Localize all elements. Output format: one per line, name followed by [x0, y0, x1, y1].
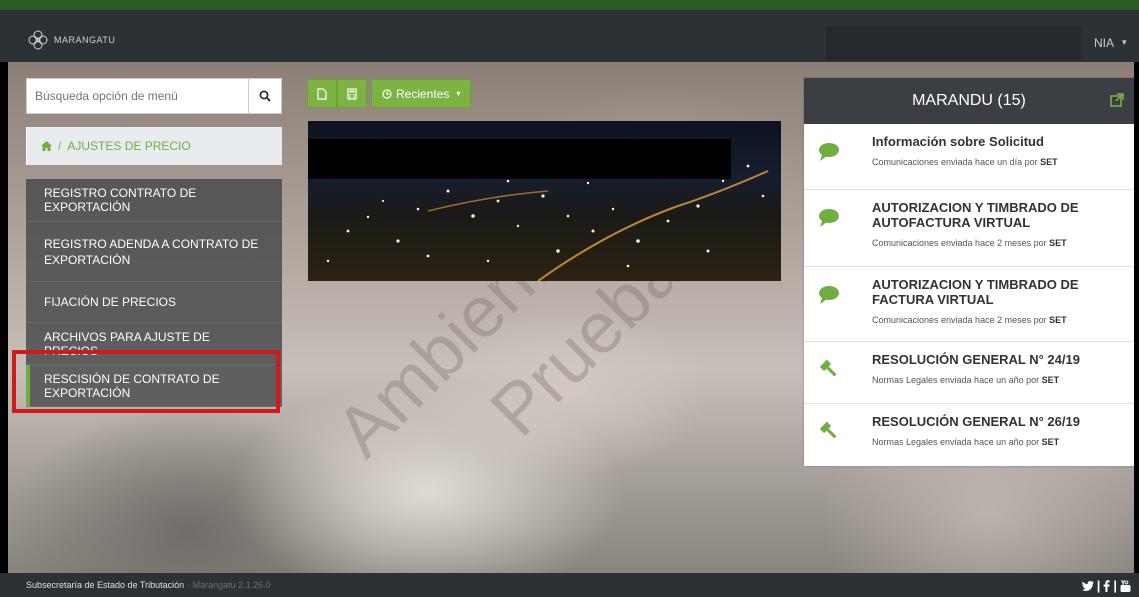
notification-meta: Comunicaciones enviada hace 2 meses por … [872, 238, 1067, 248]
breadcrumb: / AJUSTES DE PRECIO [26, 127, 282, 165]
comment-icon [819, 143, 839, 161]
home-icon[interactable] [41, 141, 52, 151]
notification-item[interactable]: RESOLUCIÓN GENERAL N° 24/19 Normas Legal… [804, 342, 1134, 404]
search-button[interactable] [248, 79, 281, 113]
notification-title: AUTORIZACION Y TIMBRADO DE FACTURA VIRTU… [872, 277, 1079, 307]
clock-icon [382, 88, 392, 99]
footer-org: Subsecretaría de Estado de Tributación [26, 580, 185, 590]
caret-down-icon[interactable]: ▾ [1122, 37, 1127, 48]
caret-down-icon: ▾ [456, 89, 461, 98]
social-separator: | [1096, 578, 1101, 593]
footer: Subsecretaría de Estado de Tributación -… [0, 573, 1139, 597]
sidebar-item-label: REGISTRO CONTRATO DE EXPORTACIÓN [44, 186, 197, 214]
notification-title: RESOLUCIÓN GENERAL N° 24/19 [872, 352, 1080, 367]
user-info-redacted [826, 26, 1081, 60]
toolbar-group [307, 79, 367, 108]
twitter-icon[interactable] [1081, 580, 1094, 591]
calculator-icon [347, 87, 357, 100]
toolbar: Recientes ▾ [307, 79, 472, 108]
top-navbar: MARANGATU NIA ▾ [0, 0, 1139, 62]
recent-label: Recientes [396, 86, 450, 101]
panel-header: MARANDU (15) [804, 78, 1134, 124]
search-icon [259, 90, 271, 102]
menu-search [26, 78, 282, 114]
social-separator: | [1113, 578, 1117, 593]
user-menu[interactable]: NIA [1094, 36, 1114, 50]
external-link-icon[interactable] [1110, 93, 1124, 107]
sidebar-item-registro-contrato[interactable]: REGISTRO CONTRATO DE EXPORTACIÓN [26, 179, 282, 222]
flower-logo-icon [28, 30, 48, 50]
comment-icon [819, 209, 839, 227]
notification-item[interactable]: Información sobre Solicitud Comunicacion… [804, 124, 1134, 190]
breadcrumb-current[interactable]: AJUSTES DE PRECIO [67, 139, 190, 153]
brand-logo[interactable]: MARANGATU [26, 28, 115, 52]
gavel-icon [819, 421, 837, 439]
youtube-icon[interactable] [1120, 579, 1131, 592]
notification-meta: Normas Legales enviada hace un año por S… [872, 437, 1060, 447]
breadcrumb-separator: / [58, 139, 62, 153]
notification-title: AUTORIZACION Y TIMBRADO DE AUTOFACTURA V… [872, 200, 1079, 230]
notification-item[interactable]: AUTORIZACION Y TIMBRADO DE FACTURA VIRTU… [804, 267, 1134, 342]
gavel-icon [819, 359, 837, 377]
notification-title: RESOLUCIÓN GENERAL N° 26/19 [872, 414, 1080, 429]
notification-item[interactable]: RESOLUCIÓN GENERAL N° 26/19 Normas Legal… [804, 404, 1134, 466]
notification-item[interactable]: AUTORIZACION Y TIMBRADO DE AUTOFACTURA V… [804, 190, 1134, 267]
document-icon [317, 87, 327, 100]
social-links: | | [1081, 578, 1131, 593]
highlight-box [12, 350, 280, 413]
notification-meta: Comunicaciones enviada hace un día por S… [872, 157, 1058, 167]
notification-meta: Normas Legales enviada hace un año por S… [872, 375, 1060, 385]
sidebar-item-registro-adenda[interactable]: REGISTRO ADENDA A CONTRATO DE EXPORTACIÓ… [26, 222, 282, 282]
brand-name: MARANGATU [54, 35, 116, 45]
notification-title: Información sobre Solicitud [872, 134, 1044, 149]
marandu-panel: MARANDU (15) Información sobre Solicitud… [804, 78, 1134, 466]
facebook-icon[interactable] [1103, 579, 1110, 592]
footer-version: - Marangatu 2.1.26.0 [187, 580, 271, 590]
notification-meta: Comunicaciones enviada hace 2 meses por … [872, 315, 1067, 325]
redacted-area [308, 139, 731, 179]
new-document-button[interactable] [307, 79, 337, 108]
recent-dropdown[interactable]: Recientes ▾ [371, 79, 472, 108]
menu-search-input[interactable] [27, 79, 263, 113]
panel-title: MARANDU (15) [912, 92, 1026, 109]
sidebar-item-label: FIJACIÓN DE PRECIOS [44, 295, 177, 309]
comment-icon [819, 286, 839, 304]
sidebar-item-fijacion-precios[interactable]: FIJACIÓN DE PRECIOS [26, 282, 282, 323]
calculator-button[interactable] [337, 79, 367, 108]
sidebar-item-label: REGISTRO ADENDA A CONTRATO DE EXPORTACIÓ… [44, 236, 259, 267]
